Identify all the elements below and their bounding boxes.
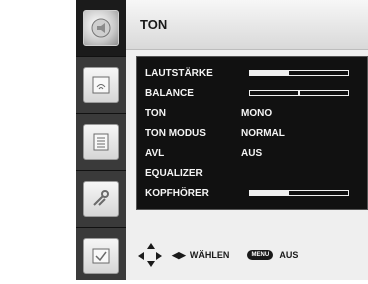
menu-row-balance[interactable]: BALANCE [145, 85, 349, 101]
menu-row-label: TON [145, 107, 166, 119]
sidebar-item-function[interactable] [76, 114, 126, 170]
navigation-arrows-icon [138, 243, 162, 267]
audio-sphere-icon [83, 10, 119, 46]
menu-row-avl[interactable]: AVL AUS [145, 145, 351, 161]
sidebar-item-picture[interactable] [76, 57, 126, 113]
settings-list: LAUTSTÄRKE BALANCE TON MONO TON MODUS NO… [136, 56, 368, 210]
menu-row-label: EQUALIZER [145, 167, 203, 179]
left-right-arrows-icon: ◀▶ [172, 249, 186, 260]
menu-row-label: AVL [145, 147, 165, 159]
sidebar-item-check[interactable] [76, 228, 126, 284]
menu-row-volume[interactable]: LAUTSTÄRKE [145, 65, 349, 81]
menu-row-headphone[interactable]: KOPFHÖRER [145, 185, 349, 201]
page-title: TON [126, 0, 368, 50]
menu-row-value: NORMAL [241, 127, 285, 139]
menu-row-sound-mode[interactable]: TON MODUS NORMAL [145, 125, 351, 141]
menu-row-value: MONO [241, 107, 273, 119]
menu-row-label: BALANCE [145, 87, 194, 99]
menu-panel: TON LAUTSTÄRKE BALANCE TON MONO TON MODU… [126, 0, 368, 280]
screen-signal-icon [83, 67, 119, 103]
headphone-slider[interactable] [249, 190, 349, 196]
volume-fill [250, 71, 290, 75]
menu-row-label: KOPFHÖRER [145, 187, 209, 199]
exit-hint: AUS [279, 250, 299, 260]
list-document-icon [83, 124, 119, 160]
sidebar-item-audio[interactable] [76, 0, 126, 56]
volume-slider[interactable] [249, 70, 349, 76]
left-margin [0, 0, 76, 280]
sidebar [76, 0, 126, 280]
check-screen-icon [83, 238, 119, 274]
sidebar-item-setup[interactable] [76, 171, 126, 227]
menu-row-sound[interactable]: TON MONO [145, 105, 351, 121]
footer-hints: ◀▶ WÄHLEN MENU AUS [126, 230, 368, 280]
balance-slider[interactable] [249, 90, 349, 96]
headphone-fill [250, 191, 290, 195]
menu-row-label: LAUTSTÄRKE [145, 67, 213, 79]
menu-key-icon: MENU [247, 250, 274, 260]
select-hint: WÄHLEN [189, 250, 230, 260]
menu-row-label: TON MODUS [145, 127, 206, 139]
menu-row-value: AUS [241, 147, 263, 159]
wrench-tool-icon [83, 181, 119, 217]
balance-marker [298, 91, 301, 95]
menu-row-equalizer[interactable]: EQUALIZER [145, 165, 241, 181]
